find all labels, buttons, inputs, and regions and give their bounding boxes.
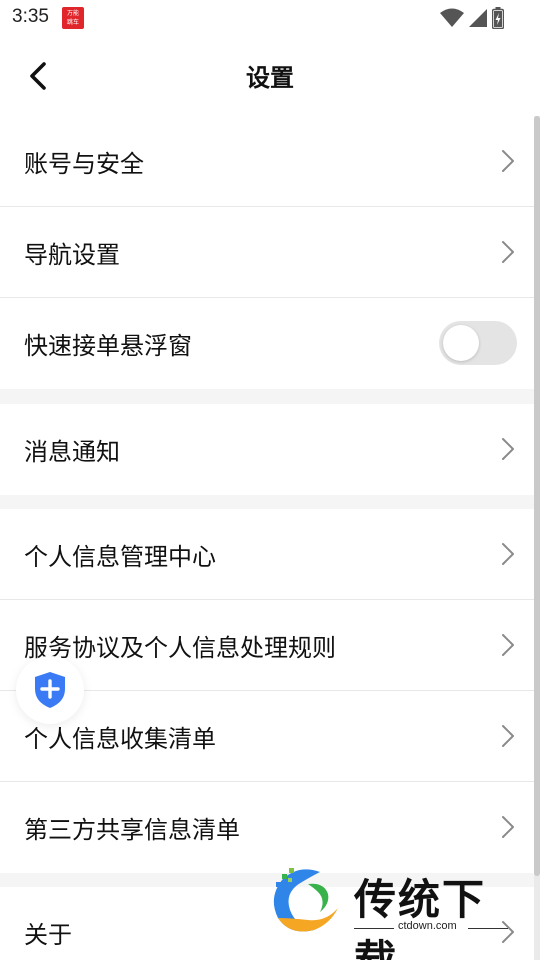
settings-item-label: 导航设置 <box>24 240 120 269</box>
chevron-right-icon <box>502 150 514 172</box>
settings-item-label: 关于 <box>24 921 72 949</box>
chevron-right-icon <box>502 438 514 460</box>
settings-item-label: 消息通知 <box>24 438 120 466</box>
quick-order-float-toggle[interactable] <box>439 321 517 365</box>
settings-item-third-party-sharing[interactable]: 第三方共享信息清单 <box>0 782 534 873</box>
settings-item-navigation[interactable]: 导航设置 <box>0 207 534 298</box>
chevron-right-icon <box>502 543 514 565</box>
chevron-right-icon <box>502 816 514 838</box>
status-badge-text: 万能 跳车 <box>66 10 79 26</box>
settings-group-account: 账号与安全 导航设置 快速接单悬浮窗 <box>0 116 534 389</box>
watermark-logo-icon <box>273 868 338 932</box>
settings-item-label: 服务协议及个人信息处理规则 <box>24 633 336 662</box>
chevron-right-icon <box>502 725 514 747</box>
settings-item-quick-order-float: 快速接单悬浮窗 <box>0 298 534 389</box>
watermark-title: 传统下载 <box>354 875 487 960</box>
settings-item-label: 个人信息管理中心 <box>24 542 216 571</box>
watermark: 传统下载 ctdown.com <box>266 862 518 960</box>
scrollbar-thumb[interactable] <box>534 116 540 876</box>
cellular-signal-icon <box>469 9 487 27</box>
nav-header: 设置 <box>0 36 540 116</box>
status-time: 3:35 <box>12 6 49 27</box>
shield-plus-icon <box>35 672 65 708</box>
settings-group-notifications: 消息通知 <box>0 404 534 495</box>
settings-item-personal-info-center[interactable]: 个人信息管理中心 <box>0 509 534 600</box>
wifi-icon <box>440 8 464 27</box>
settings-item-account-security[interactable]: 账号与安全 <box>0 116 534 207</box>
floating-shield-button[interactable] <box>16 656 84 724</box>
settings-item-notifications[interactable]: 消息通知 <box>0 404 534 495</box>
settings-item-label: 账号与安全 <box>24 149 144 178</box>
status-icons <box>440 7 504 29</box>
settings-item-label: 第三方共享信息清单 <box>24 816 240 844</box>
settings-item-label: 快速接单悬浮窗 <box>24 332 192 360</box>
watermark-subtitle: ctdown.com <box>398 920 457 932</box>
page-title: 设置 <box>246 64 294 92</box>
battery-icon <box>492 7 504 29</box>
watermark-divider-right <box>468 928 508 929</box>
toggle-knob <box>443 325 479 361</box>
status-notification-badge: 万能 跳车 <box>62 7 84 29</box>
chevron-right-icon <box>502 241 514 263</box>
watermark-divider-left <box>354 928 394 929</box>
status-bar: 3:35 万能 跳车 <box>0 0 540 36</box>
chevron-right-icon <box>502 634 514 656</box>
